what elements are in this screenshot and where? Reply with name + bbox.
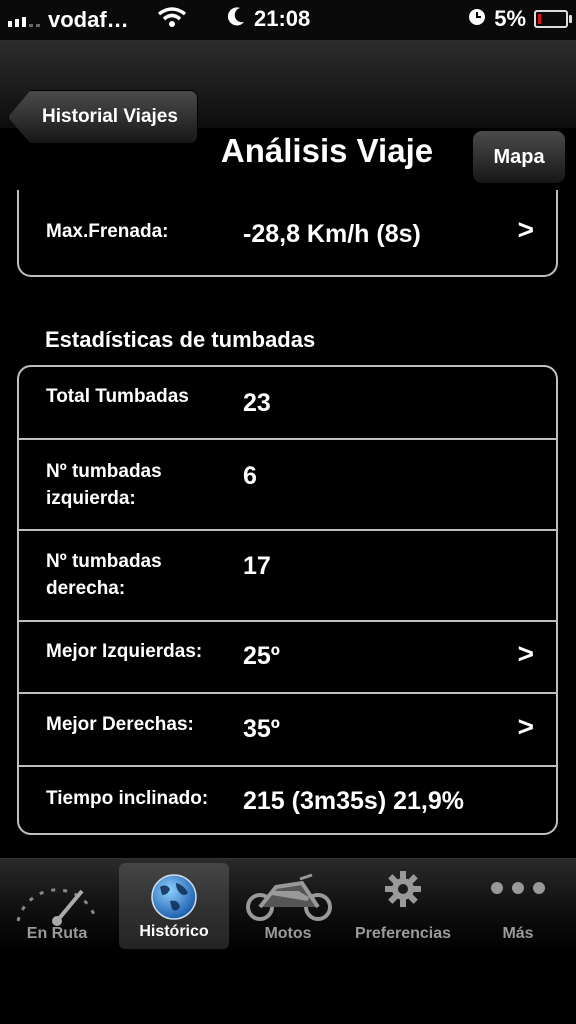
page-title: Análisis Viaje	[220, 132, 434, 169]
row-label: Max.Frenada:	[46, 221, 169, 242]
row-value: 17	[243, 552, 271, 580]
best-left-row[interactable]: Mejor Izquierdas: 25º >	[19, 622, 556, 694]
moon-icon	[227, 6, 246, 32]
braking-group: Max.Frenada: -28,8 Km/h (8s) >	[17, 190, 558, 277]
row-value: 6	[243, 462, 257, 490]
row-value: 23	[243, 389, 271, 417]
status-bar: vodaf… 21:08 5%	[0, 0, 576, 40]
lean-stats-group: Total Tumbadas 23 Nº tumbadas izquierda:…	[17, 365, 558, 835]
globe-icon	[150, 873, 198, 926]
row-label: Nº tumbadas izquierda:	[46, 461, 162, 509]
tab-historico[interactable]: Histórico	[119, 863, 229, 949]
row-value: -28,8 Km/h (8s)	[243, 220, 421, 248]
battery-icon	[534, 10, 572, 28]
gear-icon	[383, 869, 423, 914]
right-leans-row: Nº tumbadas derecha: 17	[19, 531, 556, 622]
row-value: 25º	[243, 642, 280, 670]
max-braking-row[interactable]: Max.Frenada: -28,8 Km/h (8s) >	[19, 190, 556, 275]
tab-en-ruta[interactable]: En Ruta	[2, 859, 112, 951]
tab-label: Histórico	[139, 923, 209, 940]
tab-label: Motos	[264, 925, 312, 942]
row-label: Tiempo inclinado:	[46, 788, 209, 809]
tab-motos[interactable]: Motos	[233, 859, 343, 951]
tab-label: En Ruta	[26, 925, 88, 942]
map-button[interactable]: Mapa	[472, 130, 566, 184]
tab-mas[interactable]: Más	[463, 859, 573, 951]
chevron-right-icon: >	[517, 214, 534, 245]
speedometer-icon	[12, 869, 102, 932]
more-dots-icon	[490, 881, 546, 900]
section-title: Estadísticas de tumbadas	[45, 327, 316, 352]
row-value: 35º	[243, 715, 280, 743]
left-leans-row: Nº tumbadas izquierda: 6	[19, 440, 556, 531]
lean-time-row: Tiempo inclinado: 215 (3m35s) 21,9%	[19, 767, 556, 834]
alarm-icon	[468, 6, 486, 32]
total-leans-row: Total Tumbadas 23	[19, 367, 556, 440]
tab-preferencias[interactable]: Preferencias	[348, 859, 458, 951]
row-label: Mejor Izquierdas:	[46, 641, 203, 662]
clock-time: 21:08	[254, 6, 311, 31]
best-right-row[interactable]: Mejor Derechas: 35º >	[19, 694, 556, 767]
row-value: 215 (3m35s) 21,9%	[243, 787, 464, 815]
motorcycle-icon	[242, 869, 334, 926]
row-label: Mejor Derechas:	[46, 714, 194, 735]
signal-icon	[8, 13, 40, 27]
row-label: Nº tumbadas derecha:	[46, 551, 162, 599]
row-label: Total Tumbadas	[46, 386, 189, 407]
chevron-right-icon: >	[517, 711, 534, 742]
battery-percentage: 5%	[494, 6, 526, 31]
tab-bar: En Ruta Histórico Motos Preferencias Más	[0, 858, 576, 951]
back-button[interactable]: Historial Viajes	[8, 90, 198, 144]
carrier-name: vodaf…	[48, 7, 129, 32]
wifi-icon	[157, 6, 187, 34]
tab-label: Más	[502, 925, 534, 942]
tab-label: Preferencias	[354, 925, 452, 942]
chevron-right-icon: >	[517, 638, 534, 669]
